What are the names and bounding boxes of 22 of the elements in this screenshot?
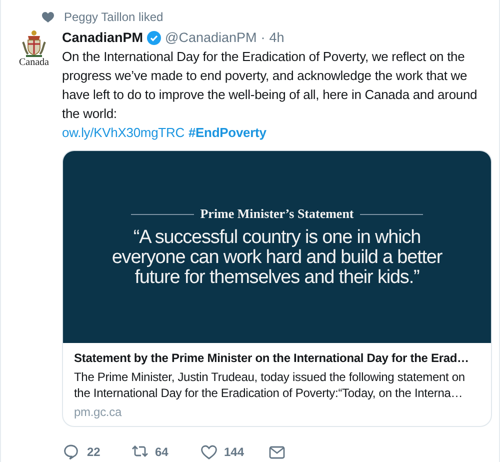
- author-name[interactable]: CanadianPM: [62, 30, 144, 45]
- heart-icon[interactable]: [200, 443, 218, 461]
- reply-icon[interactable]: [63, 443, 81, 461]
- hashtag-link[interactable]: #EndPoverty: [188, 123, 266, 142]
- card-title: Statement by the Prime Minister on the International Day for the Erad…: [74, 350, 470, 367]
- author-handle[interactable]: @CanadianPM: [165, 30, 257, 45]
- tweet-link[interactable]: ow.ly/KVhX30mgTRC: [62, 123, 184, 142]
- separator-dot: ·: [260, 30, 266, 45]
- card-description: The Prime Minister, Justin Trudeau, today issued the following statement on the International Day for the Eradication of Poverty:“Today, on the Interna…: [74, 369, 466, 401]
- tweet-time[interactable]: 4h: [269, 30, 284, 45]
- tweet-text: On the International Day for the Eradication of Poverty, we reflect on the progress we’ve made to end poverty, and acknowledge the work that we have left to do to improve the well-being of all, here in Canada and around the world:: [62, 48, 478, 123]
- liked-by-text[interactable]: Peggy Taillon liked: [64, 10, 164, 24]
- image-quote: “A successful country is one in which everyone can work hard and build a better future for themselves and their kids.”: [110, 228, 444, 288]
- link-card[interactable]: [62, 150, 492, 427]
- action-count: 144: [224, 445, 244, 459]
- action-count: 64: [155, 445, 168, 459]
- logo-wordmark: Canada: [19, 57, 49, 68]
- action-count: 22: [87, 445, 100, 459]
- coat-of-arms-icon[interactable]: [22, 30, 46, 58]
- heart-icon: [42, 12, 54, 22]
- image-heading: Prime Minister’s Statement: [200, 206, 354, 222]
- card-domain: pm.gc.ca: [74, 405, 123, 419]
